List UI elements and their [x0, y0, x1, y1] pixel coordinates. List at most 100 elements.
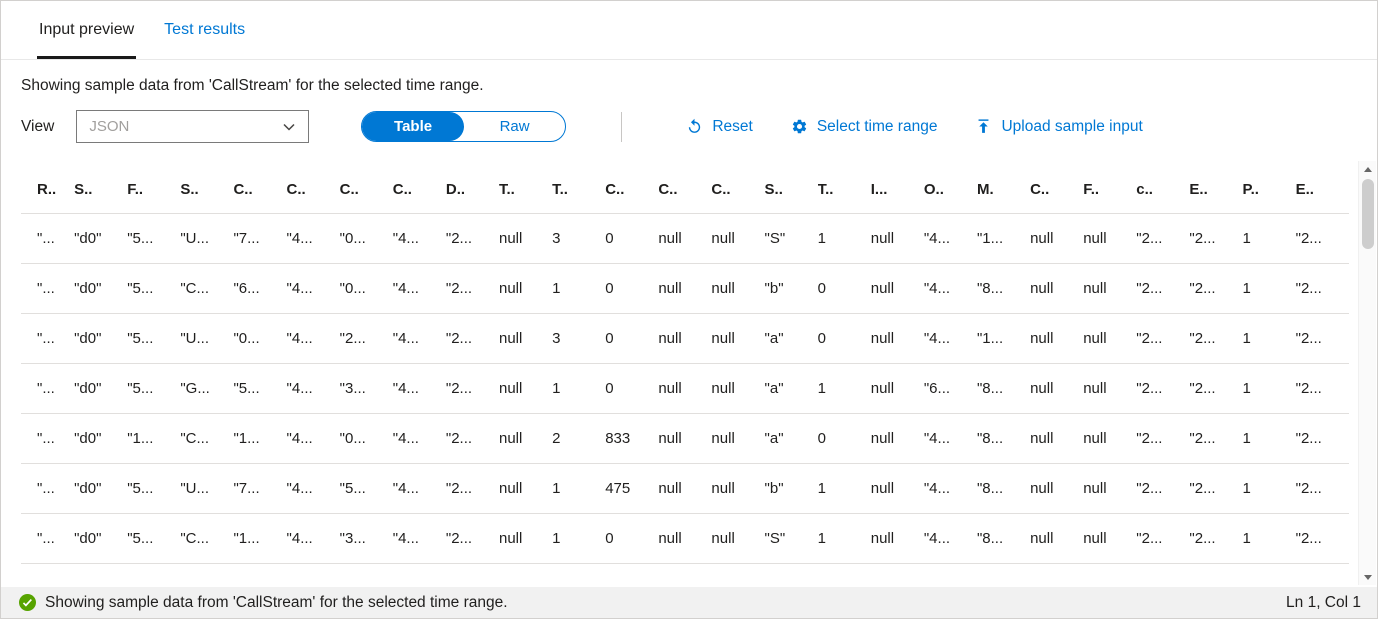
table-cell: "4...	[924, 414, 977, 464]
upload-icon	[975, 118, 992, 135]
table-cell: "U...	[180, 464, 233, 514]
table-cell: null	[711, 314, 764, 364]
table-cell: "4...	[287, 464, 340, 514]
table-cell: 1	[552, 464, 605, 514]
table-cell: null	[499, 214, 552, 264]
scroll-up-button[interactable]	[1359, 161, 1377, 177]
table-cell: null	[1030, 514, 1083, 564]
table-cell: "2...	[446, 364, 499, 414]
table-cell: 0	[818, 264, 871, 314]
column-header: C..	[1030, 157, 1083, 214]
table-cell: 1	[1243, 264, 1296, 314]
column-header: C..	[605, 157, 658, 214]
table-body: "..."d0""5..."U..."7..."4..."0..."4..."2…	[21, 214, 1349, 564]
table-cell: null	[711, 414, 764, 464]
table-cell: "4...	[924, 214, 977, 264]
view-format-dropdown[interactable]: JSON	[76, 110, 309, 143]
view-format-dropdown-value: JSON	[89, 118, 129, 135]
table-cell: null	[1030, 214, 1083, 264]
table-cell: "2...	[1189, 264, 1242, 314]
table-cell: "2...	[1296, 214, 1349, 264]
table-cell: null	[1030, 364, 1083, 414]
table-cell: "U...	[180, 314, 233, 364]
toolbar: View JSON Table Raw Reset Sel	[1, 104, 1377, 157]
table-cell: "0...	[340, 264, 393, 314]
table-cell: "2...	[1136, 414, 1189, 464]
table-cell: "2...	[446, 414, 499, 464]
table-cell: "S"	[765, 514, 818, 564]
table-row: "..."d0""5..."G..."5..."4..."3..."4..."2…	[21, 364, 1349, 414]
column-header: C..	[393, 157, 446, 214]
table-header-row: R..S..F..S..C..C..C..C..D..T..T..C..C..C…	[21, 157, 1349, 214]
table-row: "..."d0""5..."C..."1..."4..."3..."4..."2…	[21, 514, 1349, 564]
select-time-range-button[interactable]: Select time range	[791, 118, 938, 136]
table-cell: "1...	[977, 214, 1030, 264]
table-cell: "2...	[446, 214, 499, 264]
table-cell: "2...	[1296, 514, 1349, 564]
table-cell: "2...	[1296, 314, 1349, 364]
column-header: S..	[180, 157, 233, 214]
table-row: "..."d0""5..."U..."7..."4..."0..."4..."2…	[21, 214, 1349, 264]
table-cell: "0...	[340, 214, 393, 264]
table-cell: null	[658, 264, 711, 314]
column-header: C..	[711, 157, 764, 214]
table-cell: 1	[1243, 414, 1296, 464]
upload-sample-input-button[interactable]: Upload sample input	[975, 118, 1142, 136]
table-cell: null	[871, 364, 924, 414]
table-cell: 1	[818, 214, 871, 264]
scroll-down-button[interactable]	[1359, 569, 1377, 585]
input-preview-pane: Input preview Test results Showing sampl…	[0, 0, 1378, 619]
scrollbar-track[interactable]	[1359, 177, 1376, 569]
table-cell: "2...	[1189, 414, 1242, 464]
table-cell: "5...	[340, 464, 393, 514]
column-header: S..	[765, 157, 818, 214]
table-cell: "C...	[180, 414, 233, 464]
table-cell: "C...	[180, 514, 233, 564]
toggle-option-table[interactable]: Table	[362, 112, 464, 141]
table-cell: 3	[552, 314, 605, 364]
reset-button[interactable]: Reset	[686, 118, 753, 136]
table-cell: null	[1030, 264, 1083, 314]
status-bar: Showing sample data from 'CallStream' fo…	[1, 587, 1377, 618]
table-cell: 1	[552, 514, 605, 564]
tab-test-results[interactable]: Test results	[162, 1, 247, 59]
table-cell: null	[711, 364, 764, 414]
table-cell: 1	[1243, 364, 1296, 414]
table-cell: "2...	[1189, 464, 1242, 514]
table-cell: 0	[818, 314, 871, 364]
column-header: T..	[552, 157, 605, 214]
toolbar-actions: Reset Select time range Upload sample in…	[686, 118, 1142, 136]
table-cell: 1	[818, 464, 871, 514]
table-cell: "2...	[446, 314, 499, 364]
column-header: I...	[871, 157, 924, 214]
table-cell: "U...	[180, 214, 233, 264]
table-cell: "2...	[446, 514, 499, 564]
table-cell: null	[658, 514, 711, 564]
table-cell: null	[1083, 464, 1136, 514]
table-cell: "3...	[340, 364, 393, 414]
table-cell: 1	[552, 264, 605, 314]
table-cell: "8...	[977, 464, 1030, 514]
toggle-option-raw[interactable]: Raw	[464, 112, 566, 141]
table-row: "..."d0""5..."U..."7..."4..."5..."4..."2…	[21, 464, 1349, 514]
table-cell: 1	[1243, 464, 1296, 514]
scrollbar-thumb[interactable]	[1362, 179, 1374, 249]
table-cell: null	[499, 264, 552, 314]
table-cell: 0	[605, 314, 658, 364]
column-header: C..	[658, 157, 711, 214]
table-cell: "4...	[287, 264, 340, 314]
table-cell: "C...	[180, 264, 233, 314]
table-cell: "1...	[233, 514, 286, 564]
table-cell: "2...	[446, 264, 499, 314]
table-cell: "S"	[765, 214, 818, 264]
tab-input-preview[interactable]: Input preview	[37, 1, 136, 59]
table-cell: 1	[1243, 514, 1296, 564]
table-cell: "2...	[1189, 514, 1242, 564]
table-cell: "4...	[393, 314, 446, 364]
column-header: R..	[21, 157, 74, 214]
table-cell: "2...	[1136, 464, 1189, 514]
vertical-scrollbar[interactable]	[1358, 161, 1376, 585]
table-cell: "2...	[1296, 464, 1349, 514]
table-cell: 0	[818, 414, 871, 464]
toolbar-divider	[621, 112, 622, 142]
